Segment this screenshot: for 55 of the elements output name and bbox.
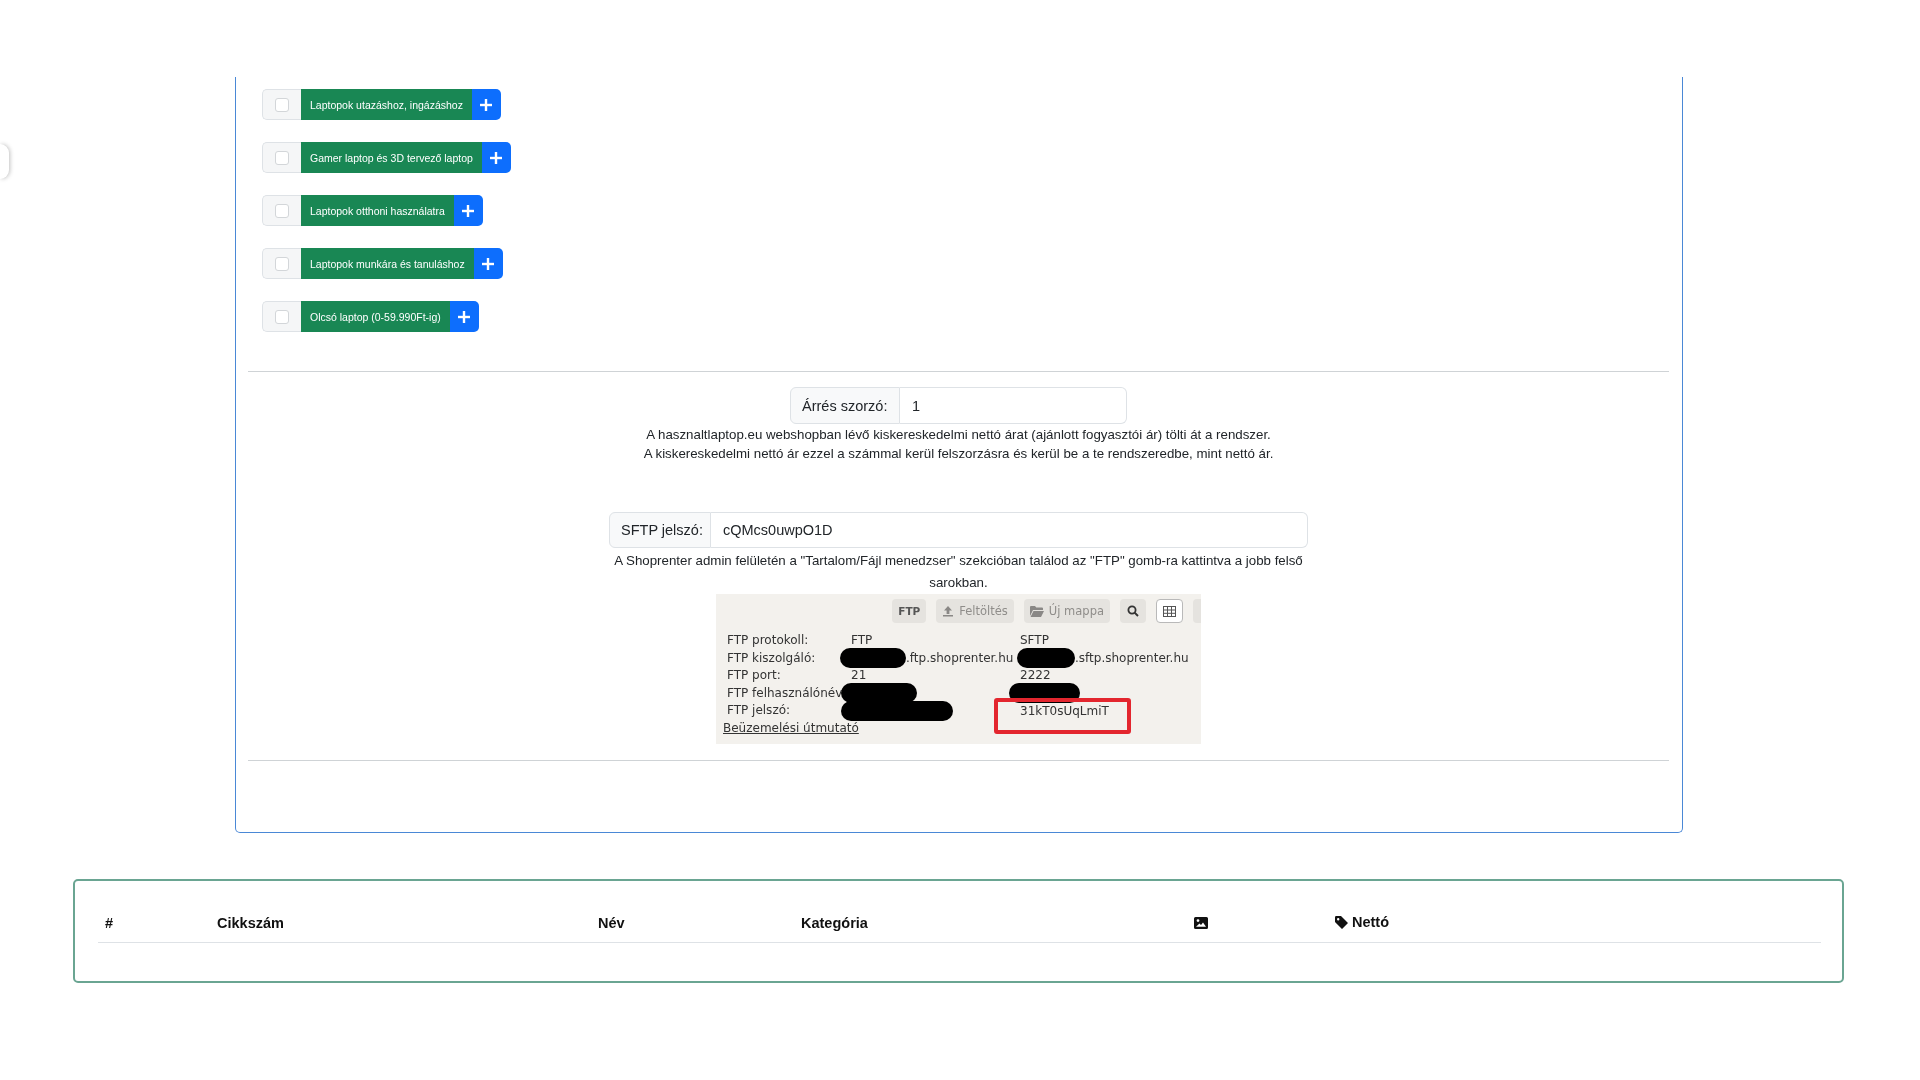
input-field[interactable]: cQMcs0uwpO1D (711, 512, 1308, 548)
field-label: FTP jelszó: (727, 702, 792, 720)
upload-icon (942, 605, 955, 617)
toolbar-button[interactable] (1156, 599, 1183, 623)
side-handle[interactable] (0, 144, 9, 179)
field-value: .sftp.shoprenter.hu (1075, 649, 1189, 667)
checkbox[interactable] (275, 150, 289, 165)
add-button[interactable] (471, 89, 501, 120)
grid-icon (1163, 605, 1176, 617)
input-field[interactable]: 1 (900, 387, 1127, 424)
add-button[interactable] (449, 301, 479, 332)
column-header: Név (598, 915, 625, 931)
column-header: Kategória (801, 915, 868, 931)
plus-icon (482, 257, 495, 270)
help-text: A hasznaltlaptop.eu webshopban lévő kiskereskedelmi nettó árat (ajánlott fogyasztói ár) tölti át a rendszer. (646, 426, 1271, 444)
help-text: A kiskereskedelmi nettó ár ezzel a számmal kerül felszorzásra és kerül be a te rendszeredbe, mint nettó ár. (643, 445, 1274, 463)
category-label: Laptopok otthoni használatra (301, 195, 454, 226)
field-value: 2222 (1020, 667, 1051, 685)
checkbox[interactable] (275, 256, 289, 271)
checkbox[interactable] (275, 203, 289, 218)
field-value: SFTP (1020, 632, 1049, 650)
search-icon (1127, 605, 1139, 617)
field-label: FTP protokoll: (727, 632, 810, 650)
add-button[interactable] (481, 142, 511, 173)
field-label: FTP kiszolgáló: (727, 649, 817, 667)
checkbox[interactable] (275, 97, 289, 112)
help-text: A Shoprenter admin felületén a "Tartalom/Fájl menedzser" szekcióban találod az "FTP" gomb-ra kattintva a jobb felső sarokban. (613, 552, 1304, 592)
field-label: SFTP jelszó: (609, 512, 711, 548)
highlighted-value: 31kT0sUqLmiT (994, 698, 1131, 734)
category-label: Gamer laptop és 3D tervező laptop (301, 142, 482, 173)
toolbar-button[interactable] (1120, 599, 1146, 623)
tag-icon (1335, 915, 1348, 929)
plus-icon (490, 151, 503, 164)
plus-icon (462, 204, 475, 217)
field-value: 21 (851, 667, 867, 685)
category-label: Olcsó laptop (0-59.990Ft-ig) (301, 301, 450, 332)
field-value: .ftp.shoprenter.hu (906, 649, 1014, 667)
add-button[interactable] (453, 195, 483, 226)
guide-link[interactable]: Beüzemelési útmutató (723, 719, 859, 737)
field-value: FTP (851, 632, 873, 650)
column-header: Nettó (1352, 914, 1390, 931)
folder-icon (1029, 605, 1044, 617)
add-button[interactable] (473, 248, 503, 279)
field-label: FTP felhasználónév (727, 684, 844, 702)
plus-icon (458, 310, 471, 323)
field-label: FTP port: (727, 667, 782, 685)
category-label: Laptopok utazáshoz, ingázáshoz (301, 89, 472, 120)
toolbar-button[interactable]: FTP (892, 599, 927, 623)
column-header: Cikkszám (217, 915, 284, 931)
category-label: Laptopok munkára és tanuláshoz (301, 248, 474, 279)
plus-icon (480, 98, 493, 111)
image-icon (1194, 917, 1208, 929)
field-label: Árrés szorzó: (790, 387, 900, 424)
checkbox[interactable] (275, 309, 289, 324)
column-header: # (105, 915, 114, 931)
